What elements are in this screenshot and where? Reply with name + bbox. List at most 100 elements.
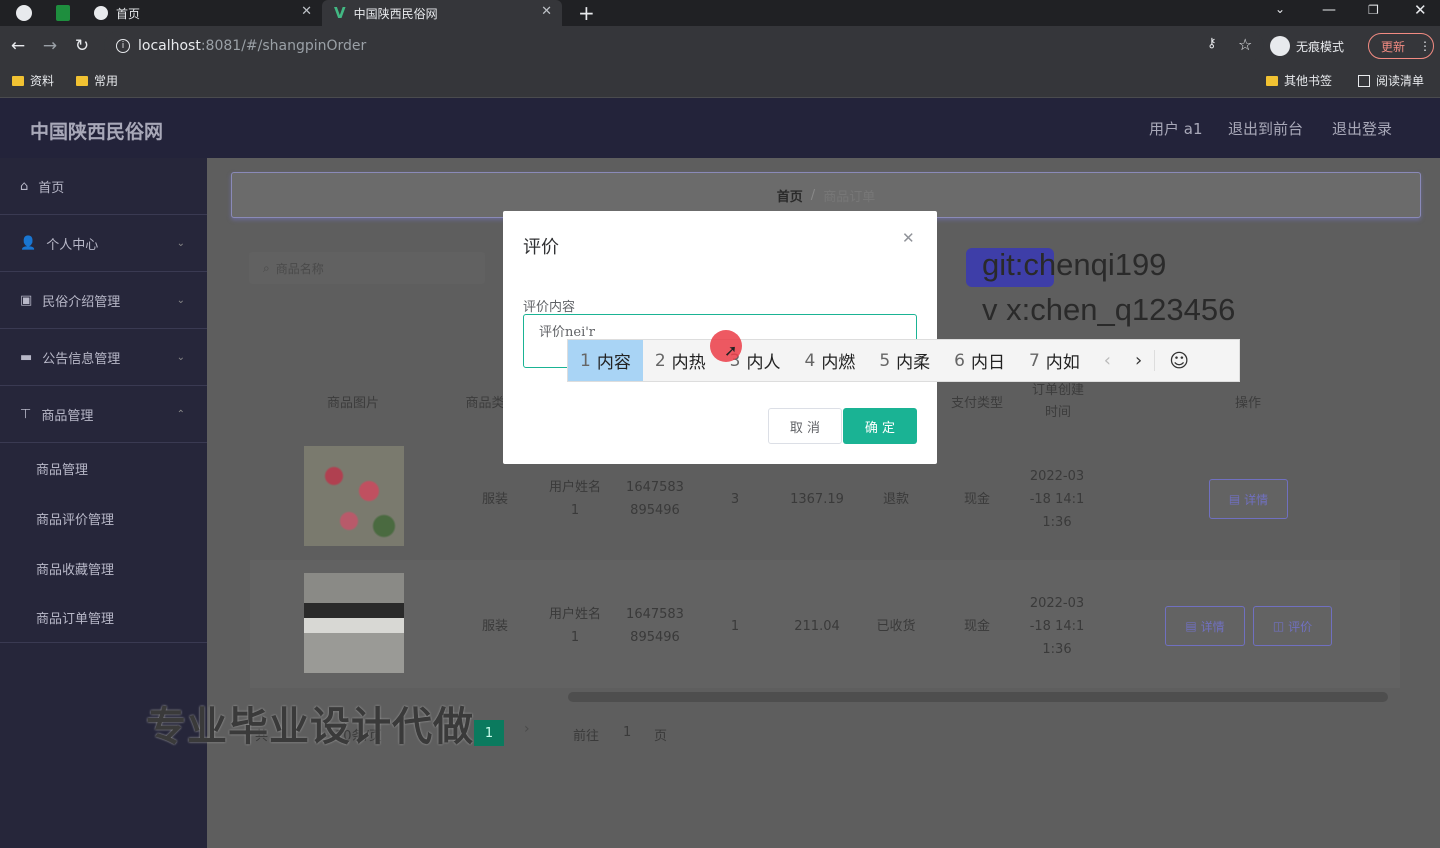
incognito-badge[interactable]: 无痕模式 — [1270, 31, 1344, 61]
review-icon: ◫ — [1272, 619, 1285, 633]
watermark-bottom: 专业毕业设计代做 — [146, 704, 474, 750]
cell-time: 2022-03 -18 14:1 1:36 — [1029, 469, 1085, 530]
chrome-icon[interactable] — [16, 5, 32, 21]
sidebar-sub-goods[interactable]: 商品管理 — [0, 443, 207, 493]
sidebar-item-goods[interactable]: ⊤ 商品管理 ⌃ — [0, 386, 207, 443]
search-placeholder: 商品名称 — [275, 261, 324, 276]
restore-icon[interactable]: ❐ — [1368, 3, 1379, 17]
emoji-icon[interactable]: ☺ — [1155, 350, 1203, 372]
bookmark-label: 资料 — [30, 74, 55, 88]
reload-icon[interactable]: ↻ — [70, 34, 94, 58]
new-tab-icon[interactable]: + — [578, 1, 595, 25]
ime-next-icon[interactable]: › — [1123, 350, 1156, 371]
watermark-line1: git:chenqi199 — [982, 247, 1167, 282]
goto-page-input[interactable]: 1 — [623, 725, 631, 740]
sidebar-sub-favorites[interactable]: 商品收藏管理 — [0, 543, 207, 593]
user-icon: 👤 — [20, 235, 37, 251]
candidate-text: 内热 — [671, 353, 706, 373]
document-icon: ▤ — [1228, 492, 1241, 506]
cancel-button[interactable]: 取 消 — [768, 408, 842, 444]
sidebar-item-notice[interactable]: ▬ 公告信息管理 ⌄ — [0, 329, 207, 386]
ime-candidate[interactable]: 2 内热 — [643, 340, 718, 381]
close-icon[interactable]: ✕ — [902, 229, 915, 247]
close-window-icon[interactable]: ✕ — [1414, 1, 1427, 19]
close-tab-icon[interactable]: ✕ — [541, 4, 552, 19]
candidate-number: 4 — [804, 350, 816, 371]
detail-button[interactable]: ▤ 详情 — [1209, 479, 1288, 519]
chevron-down-icon[interactable]: ⌄ — [1275, 2, 1285, 16]
ime-candidate[interactable]: 6 内日 — [942, 340, 1017, 381]
bookmark-folder-ziliao[interactable]: 资料 — [12, 72, 54, 89]
back-icon[interactable]: ← — [6, 34, 30, 58]
sidebar-item-label: 商品管理 — [41, 408, 94, 424]
close-tab-icon[interactable]: ✕ — [301, 4, 312, 19]
ime-candidate[interactable]: 1 内容 — [568, 340, 643, 381]
url-host: localhost — [138, 38, 201, 54]
goods-icon: ⊤ — [20, 406, 32, 422]
confirm-button[interactable]: 确 定 — [843, 408, 917, 444]
product-image-flowers — [304, 446, 404, 546]
chevron-down-icon: ⌄ — [176, 237, 185, 249]
col-header-time: 订单创建 时间 — [1031, 383, 1084, 420]
globe-icon — [94, 6, 108, 20]
back-to-front-link[interactable]: 退出到前台 — [1228, 118, 1303, 139]
candidate-text: 内日 — [970, 353, 1005, 373]
sidebar-item-home[interactable]: ⌂ 首页 — [0, 158, 207, 215]
candidate-number: 5 — [879, 350, 891, 371]
bookmark-folder-changyong[interactable]: 常用 — [76, 72, 118, 89]
candidate-number: 7 — [1028, 350, 1040, 371]
sidebar-item-label: 民俗介绍管理 — [42, 294, 121, 310]
key-icon[interactable]: ⚷ — [1207, 36, 1217, 51]
sidebar-sub-label: 商品评价管理 — [36, 512, 115, 528]
page-number-current[interactable]: 1 — [474, 720, 504, 746]
breadcrumb-home[interactable]: 首页 — [777, 186, 803, 205]
candidate-text: 内燃 — [821, 353, 856, 373]
incognito-label: 无痕模式 — [1296, 39, 1345, 54]
minimize-icon[interactable]: — — [1322, 2, 1336, 18]
cell-pay: 现金 — [963, 492, 990, 507]
button-label: 评价 — [1288, 619, 1313, 634]
ime-candidate[interactable]: 5 内柔 — [867, 340, 942, 381]
info-icon[interactable]: i — [116, 39, 130, 53]
forward-icon[interactable]: → — [38, 34, 62, 58]
ime-candidate[interactable]: 4 内燃 — [792, 340, 867, 381]
folder-icon — [76, 75, 88, 86]
bookmarks-bar: 资料 常用 其他书签 阅读清单 — [0, 66, 1440, 98]
col-header-image: 商品图片 — [326, 396, 379, 411]
sidebar-item-label: 公告信息管理 — [42, 351, 121, 367]
ime-candidate[interactable]: 7 内如 — [1017, 340, 1092, 381]
sidebar-item-folk-intro[interactable]: ▣ 民俗介绍管理 ⌄ — [0, 272, 207, 329]
tab-home[interactable]: 首页 ✕ — [82, 0, 322, 26]
candidate-text: 内柔 — [896, 353, 931, 373]
reading-list[interactable]: 阅读清单 — [1358, 72, 1424, 89]
mouse-pointer-icon: ➚ — [724, 341, 738, 360]
sidebar-item-label: 首页 — [38, 180, 65, 196]
candidate-number: 2 — [654, 350, 666, 371]
horizontal-scrollbar[interactable] — [568, 692, 1388, 702]
update-button[interactable]: 更新 ⋮ — [1368, 33, 1434, 59]
cell-qty: 1 — [730, 619, 740, 634]
update-label: 更新 — [1381, 39, 1406, 54]
sidebar-sub-orders[interactable]: 商品订单管理 — [0, 593, 207, 643]
cell-status: 已收货 — [876, 619, 916, 634]
chevron-down-icon: ⌄ — [176, 351, 185, 363]
sidebar-item-personal[interactable]: 👤 个人中心 ⌄ — [0, 215, 207, 272]
detail-button[interactable]: ▤ 详情 — [1165, 606, 1245, 646]
omnibox[interactable]: i localhost :8081/#/shangpinOrder — [104, 31, 1264, 61]
goto-label: 前往 — [573, 729, 600, 744]
bookmark-other[interactable]: 其他书签 — [1266, 72, 1332, 89]
search-input[interactable]: ⌕ 商品名称 — [249, 252, 485, 284]
browser-tab-bar: 首页 ✕ V 中国陕西民俗网 ✕ + ⌄ — ❐ ✕ — [0, 0, 1440, 26]
dialog-title: 评价 — [523, 237, 559, 258]
review-content-label: 评价内容 — [523, 300, 576, 315]
tab-app[interactable]: V 中国陕西民俗网 ✕ — [322, 0, 562, 26]
sheets-icon[interactable] — [56, 5, 70, 21]
notice-icon: ▬ — [20, 349, 33, 365]
sidebar-sub-reviews[interactable]: 商品评价管理 — [0, 493, 207, 543]
review-button[interactable]: ◫ 评价 — [1253, 606, 1332, 646]
star-icon[interactable]: ☆ — [1238, 35, 1252, 54]
product-image-shelf — [304, 573, 404, 673]
logout-link[interactable]: 退出登录 — [1332, 118, 1392, 139]
next-page-icon[interactable]: › — [524, 721, 530, 737]
ime-prev-icon[interactable]: ‹ — [1092, 350, 1123, 371]
